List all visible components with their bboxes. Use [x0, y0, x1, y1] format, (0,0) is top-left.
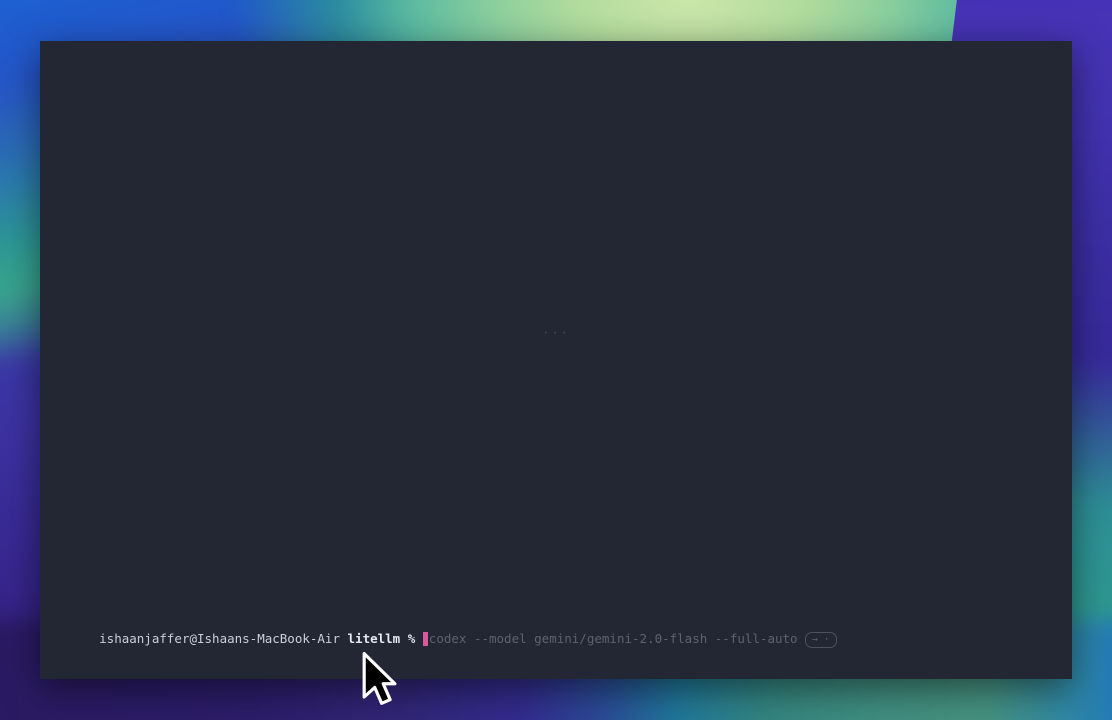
mouse-pointer-icon: [361, 651, 397, 707]
loading-dots: ···: [542, 326, 570, 340]
terminal-window[interactable]: ··· ishaanjaffer@Ishaans-MacBook-Air lit…: [40, 41, 1072, 679]
accept-suggestion-hint-badge: → ·: [805, 632, 837, 648]
prompt-spacer: [340, 631, 348, 646]
prompt-directory: litellm: [348, 631, 401, 646]
prompt-user-host: ishaanjaffer@Ishaans-MacBook-Air: [99, 631, 340, 646]
text-cursor: [423, 632, 428, 646]
desktop-wallpaper: ··· ishaanjaffer@Ishaans-MacBook-Air lit…: [0, 0, 1112, 720]
prompt-spacer: [400, 631, 408, 646]
prompt-spacer: [415, 631, 423, 646]
terminal-prompt-line[interactable]: ishaanjaffer@Ishaans-MacBook-Air litellm…: [54, 615, 1062, 664]
prompt-autosuggestion: codex --model gemini/gemini-2.0-flash --…: [429, 631, 798, 646]
